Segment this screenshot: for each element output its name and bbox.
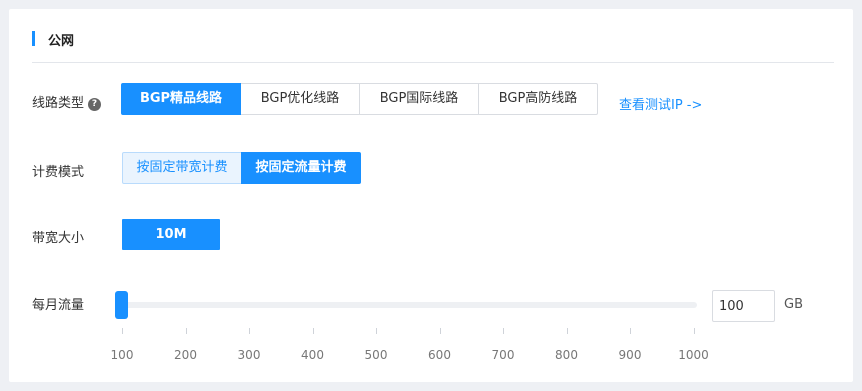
traffic-unit: GB	[784, 297, 803, 312]
public-network-card: 公网 线路类型? BGP精品线路 BGP优化线路 BGP国际线路 BGP高防线路…	[9, 9, 853, 382]
slider-tick-label: 500	[364, 348, 388, 362]
slider-tick	[693, 328, 695, 334]
slider-tick	[185, 328, 187, 334]
line-type-option-bgp-premium[interactable]: BGP精品线路	[121, 83, 241, 115]
billing-mode-selector: 按固定带宽计费 按固定流量计费	[122, 152, 361, 184]
line-type-option-bgp-ddos[interactable]: BGP高防线路	[478, 83, 598, 115]
traffic-input[interactable]	[712, 290, 775, 322]
slider-tick	[376, 328, 377, 334]
slider-tick-label: 100	[110, 348, 134, 362]
slider-tick-label: 1000	[678, 348, 709, 362]
billing-option-fixed-bandwidth[interactable]: 按固定带宽计费	[122, 152, 242, 184]
slider-tick	[312, 328, 314, 334]
traffic-label: 每月流量	[32, 298, 85, 313]
slider-tick	[503, 328, 504, 334]
slider-tick	[630, 328, 631, 334]
view-test-ip-link[interactable]: 查看测试IP ->	[619, 94, 702, 113]
line-type-selector: BGP精品线路 BGP优化线路 BGP国际线路 BGP高防线路	[121, 83, 598, 115]
slider-tick-label: 400	[301, 348, 324, 362]
bandwidth-label: 带宽大小	[32, 231, 85, 246]
traffic-slider-track[interactable]	[122, 302, 697, 308]
slider-tick	[122, 328, 123, 334]
section-title: 公网	[48, 34, 75, 49]
slider-tick-label: 600	[428, 348, 451, 362]
line-type-option-bgp-optimized[interactable]: BGP优化线路	[240, 83, 360, 115]
line-type-label: 线路类型	[32, 96, 85, 111]
section-accent-bar	[32, 31, 35, 46]
billing-option-fixed-traffic[interactable]: 按固定流量计费	[241, 152, 361, 184]
slider-tick-label: 800	[555, 348, 578, 362]
slider-tick	[439, 328, 441, 334]
traffic-slider-handle[interactable]	[115, 291, 128, 319]
slider-tick-label: 900	[618, 348, 642, 362]
section-header: 公网	[32, 9, 834, 63]
slider-tick-label: 700	[491, 348, 515, 362]
billing-label: 计费模式	[32, 165, 85, 180]
line-type-row-label: 线路类型?	[32, 92, 102, 111]
slider-tick-label: 300	[237, 348, 261, 362]
line-type-option-bgp-international[interactable]: BGP国际线路	[359, 83, 479, 115]
slider-tick	[249, 328, 250, 334]
bandwidth-option-10m[interactable]: 10M	[122, 219, 220, 250]
question-circle-icon[interactable]: ?	[88, 98, 102, 111]
slider-tick-label: 200	[174, 348, 197, 362]
slider-tick	[566, 328, 568, 334]
